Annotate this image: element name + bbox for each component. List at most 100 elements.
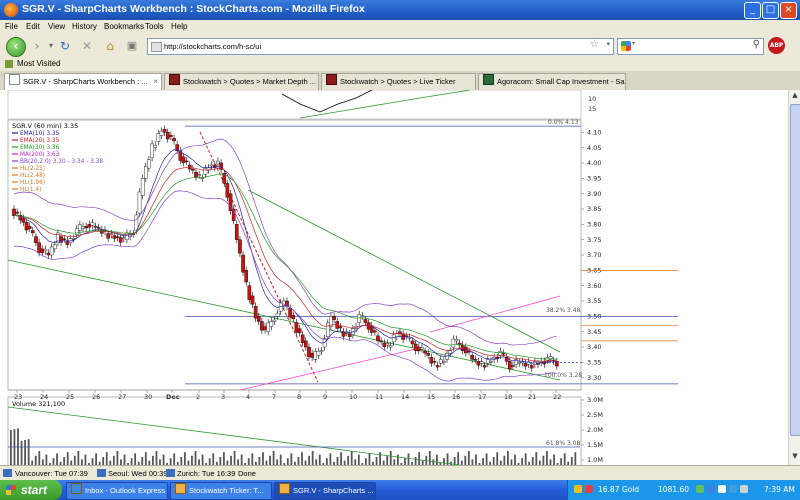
task-stockwatch-ticker[interactable]: Stockwatch Ticker: T...	[170, 482, 272, 500]
top-tick-label: 10	[588, 95, 596, 103]
tray-security-icon[interactable]	[585, 485, 593, 493]
tray-network-icon[interactable]	[574, 485, 582, 493]
google-search-engine-icon[interactable]	[621, 41, 631, 51]
url-dropdown-icon[interactable]: ▾	[606, 40, 610, 48]
search-input[interactable]	[640, 40, 740, 52]
menu-view[interactable]: View	[48, 22, 65, 31]
url-input[interactable]	[164, 40, 584, 52]
system-tray: 16.87 Gold 1081.60 7:39 AM	[567, 480, 800, 500]
volume-bar	[233, 451, 236, 465]
most-visited-link[interactable]: Most Visited	[17, 59, 60, 68]
volume-bar	[286, 458, 289, 465]
start-button[interactable]: start	[0, 480, 62, 500]
volume-bar	[308, 455, 310, 465]
tray-clock[interactable]: 7:39 AM	[764, 485, 795, 494]
candle-body	[37, 242, 41, 253]
legend-label: HL(2.48)	[20, 173, 45, 179]
candle-body	[454, 339, 459, 342]
menu-tools[interactable]: Tools	[145, 22, 164, 31]
address-bar[interactable]: ☆ ▾	[147, 38, 614, 55]
candle-body	[382, 342, 387, 348]
candle-body	[275, 312, 280, 317]
maximize-button[interactable]: □	[762, 2, 779, 19]
tab-close-icon[interactable]: ×	[153, 74, 158, 89]
volume-bar	[24, 440, 26, 465]
search-engine-dropdown-icon[interactable]: ▾	[632, 40, 635, 47]
candle-body	[93, 226, 98, 228]
volume-bar	[560, 458, 563, 465]
candle-body	[90, 222, 95, 226]
search-icon[interactable]: ⚲	[753, 39, 760, 50]
back-button[interactable]: ‹	[6, 37, 26, 57]
y-tick-label: 3.90	[587, 190, 601, 198]
menu-help[interactable]: Help	[171, 22, 187, 31]
volume-bar	[173, 453, 176, 465]
task-outlook-express[interactable]: Inbox - Outlook Express	[66, 482, 168, 500]
tray-app-icon[interactable]	[740, 485, 748, 493]
price-chart[interactable]: 10 15 4.10 4.05 4.00 3.95 3.90 3.85 3.80 3.75 3.…	[0, 90, 788, 465]
firefox-icon	[4, 3, 18, 17]
candle-body	[486, 359, 490, 364]
candle-body	[376, 335, 380, 342]
candle-body	[260, 321, 264, 331]
tab-live-ticker[interactable]: Stockwatch > Quotes > Live Ticker	[321, 73, 476, 90]
menu-history[interactable]: History	[72, 22, 97, 31]
star-icon[interactable]: ☆	[590, 39, 599, 50]
y-tick-label: 4.00	[587, 159, 601, 167]
tab-sharpcharts[interactable]: SGR.V - SharpCharts Workbench : ... ×	[4, 73, 162, 91]
volume-tick-label: 1.0M	[587, 456, 603, 464]
volume-bar	[230, 455, 232, 465]
volume-bar	[130, 458, 133, 465]
scroll-down-icon[interactable]: ▼	[790, 452, 800, 463]
candle-body	[112, 235, 117, 239]
menu-bar: File Edit View History Bookmarks Tools H…	[0, 20, 800, 35]
tray-gold-price[interactable]: 16.87 Gold	[598, 485, 639, 494]
clock-icon	[97, 469, 106, 477]
stop-icon[interactable]: ✕	[78, 38, 96, 54]
menu-edit[interactable]: Edit	[26, 22, 40, 31]
candle-body	[479, 361, 484, 364]
volume-bar	[301, 452, 303, 465]
home-icon[interactable]: ⌂	[101, 38, 119, 54]
volume-bar	[116, 451, 119, 465]
tab-agoracom[interactable]: Agoracom: Small Cap Investment - San...	[478, 73, 626, 90]
tray-app-icon[interactable]	[696, 485, 704, 493]
candle-body	[297, 328, 302, 334]
menu-file[interactable]: File	[5, 22, 18, 31]
candle-body	[187, 164, 192, 170]
tray-volume-icon[interactable]	[729, 485, 737, 493]
tray-other-price[interactable]: 1081.60	[658, 485, 689, 494]
volume-bar	[240, 454, 243, 465]
menu-bookmarks[interactable]: Bookmarks	[104, 22, 144, 31]
volume-bar	[325, 458, 328, 465]
minimize-button[interactable]: _	[744, 2, 761, 19]
candle-body	[363, 319, 368, 323]
candle-body	[523, 363, 528, 367]
scrollbar-thumb[interactable]	[790, 104, 800, 436]
volume-bar	[219, 457, 222, 465]
status-bar: Vancouver: Tue 07:39 Seoul: Wed 00:39 Zu…	[0, 465, 800, 481]
volume-bar	[95, 453, 97, 465]
search-box[interactable]: ▾ ⚲	[617, 38, 764, 55]
scroll-up-icon[interactable]: ▲	[790, 91, 800, 102]
close-button[interactable]: ×	[780, 2, 797, 19]
volume-bar	[45, 454, 48, 465]
tray-app-icon[interactable]	[707, 485, 715, 493]
volume-bar	[531, 457, 534, 465]
candle-body	[159, 130, 164, 136]
reload-icon[interactable]: ↻	[56, 38, 74, 54]
volume-bar	[570, 457, 573, 465]
volume-bar	[56, 453, 58, 465]
volume-bar	[503, 455, 506, 465]
y-tick-label: 3.75	[587, 236, 601, 244]
bookmark-icon[interactable]: ▣	[123, 38, 141, 54]
adblock-icon[interactable]: ABP	[768, 37, 785, 54]
tray-app-icon[interactable]	[718, 485, 726, 493]
y-tick-label: 3.55	[587, 297, 601, 305]
vertical-scrollbar[interactable]: ▲ ▼	[788, 90, 800, 465]
tab-market-depth[interactable]: Stockwatch > Quotes > Market Depth ...	[164, 73, 319, 90]
candle-body	[200, 177, 205, 180]
y-tick-label: 3.85	[587, 205, 601, 213]
volume-bar	[546, 451, 548, 465]
task-sharpcharts[interactable]: SGR.V - SharpCharts ...	[274, 482, 376, 500]
